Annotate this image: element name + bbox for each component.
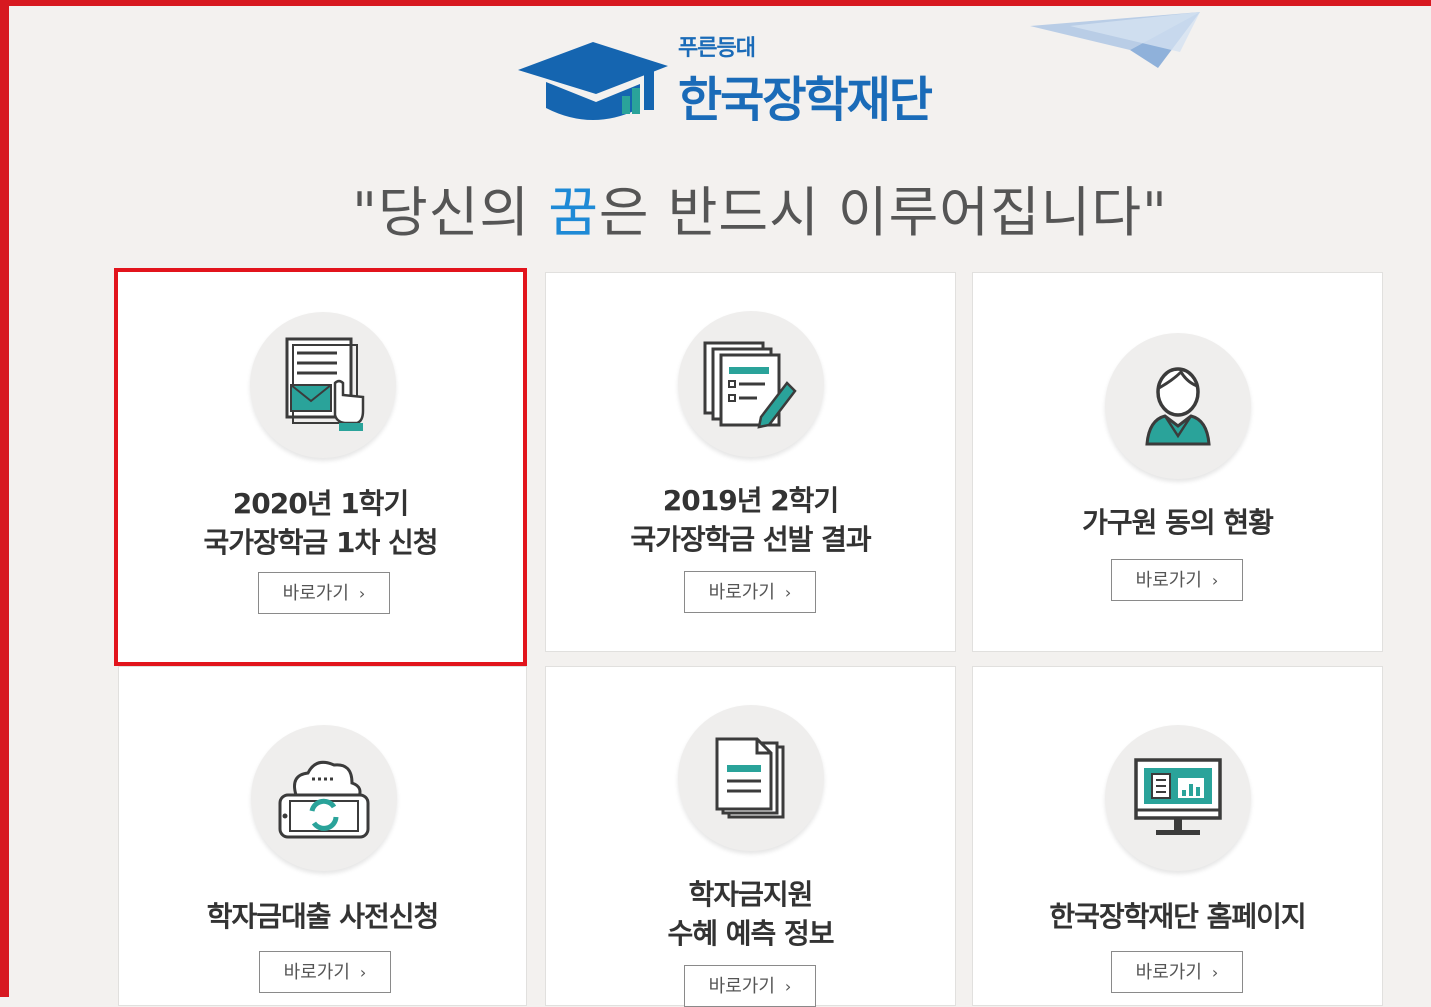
- slogan-end: 은 반드시 이루어집니다": [598, 181, 1168, 244]
- card-title-line1: 2019년 2학기: [662, 484, 839, 517]
- chevron-right-icon: ›: [359, 963, 367, 982]
- go-button-label: 바로가기: [283, 962, 350, 983]
- icon-circle: [251, 725, 397, 871]
- card-title-line2: 국가장학금 선발 결과: [630, 523, 871, 556]
- monitor-icon: [1134, 758, 1222, 835]
- slogan: "당신의 꿈은 반드시 이루어집니다": [0, 168, 1431, 247]
- paper-plane-icon: [1030, 12, 1200, 68]
- icon-circle: [1105, 725, 1251, 871]
- card-title-line1: 2020년 1학기: [232, 487, 409, 520]
- card-homepage[interactable]: 한국장학재단 홈페이지 바로가기 ›: [972, 666, 1383, 1006]
- card-household-consent[interactable]: 가구원 동의 현황 바로가기 ›: [972, 272, 1383, 652]
- cloud-phone-icon: [278, 760, 370, 839]
- chevron-right-icon: ›: [1211, 963, 1219, 982]
- go-button[interactable]: 바로가기 ›: [684, 965, 816, 1007]
- graduation-cap-icon: [518, 42, 668, 120]
- card-title-line1: 학자금지원: [688, 878, 814, 911]
- go-button-label: 바로가기: [1135, 570, 1202, 591]
- go-button-label: 바로가기: [1135, 962, 1202, 983]
- card-title-line2: 수혜 예측 정보: [667, 917, 834, 950]
- icon-circle: [678, 705, 824, 851]
- card-title: 한국장학재단 홈페이지: [1049, 900, 1306, 933]
- icon-circle: [1105, 333, 1251, 479]
- card-title: 학자금대출 사전신청: [206, 900, 440, 933]
- slogan-start: "당신의: [352, 181, 549, 244]
- go-button[interactable]: 바로가기 ›: [258, 572, 390, 614]
- go-button[interactable]: 바로가기 ›: [684, 571, 816, 613]
- icon-circle: [250, 312, 396, 458]
- chevron-right-icon: ›: [784, 583, 792, 602]
- kosaf-logo[interactable]: 푸른등대 한국장학재단: [518, 30, 958, 130]
- documents-pen-icon: [703, 341, 797, 429]
- go-button-label: 바로가기: [708, 582, 775, 603]
- go-button[interactable]: 바로가기 ›: [1111, 951, 1243, 993]
- card-title: 가구원 동의 현황: [1082, 506, 1274, 539]
- go-button-label: 바로가기: [708, 976, 775, 997]
- card-benefit-forecast[interactable]: 학자금지원 수혜 예측 정보 바로가기 ›: [545, 666, 956, 1007]
- chevron-right-icon: ›: [1211, 571, 1219, 590]
- card-scholarship-application[interactable]: 2020년 1학기 국가장학금 1차 신청 바로가기 ›: [114, 268, 527, 666]
- card-student-loan[interactable]: 학자금대출 사전신청 바로가기 ›: [118, 666, 527, 1006]
- card-title-line2: 국가장학금 1차 신청: [203, 526, 438, 559]
- logo-name: 한국장학재단: [678, 72, 933, 128]
- slogan-highlight: 꿈: [548, 181, 599, 244]
- logo-tagline: 푸른등대: [678, 36, 756, 61]
- card-scholarship-result[interactable]: 2019년 2학기 국가장학금 선발 결과 바로가기 ›: [545, 272, 956, 652]
- person-icon: [1145, 367, 1211, 446]
- application-form-icon: [285, 337, 365, 431]
- chevron-right-icon: ›: [784, 977, 792, 996]
- document-stack-icon: [715, 737, 785, 819]
- chevron-right-icon: ›: [358, 584, 366, 603]
- go-button[interactable]: 바로가기 ›: [1111, 559, 1243, 601]
- go-button[interactable]: 바로가기 ›: [259, 951, 391, 993]
- go-button-label: 바로가기: [282, 583, 349, 604]
- icon-circle: [678, 311, 824, 457]
